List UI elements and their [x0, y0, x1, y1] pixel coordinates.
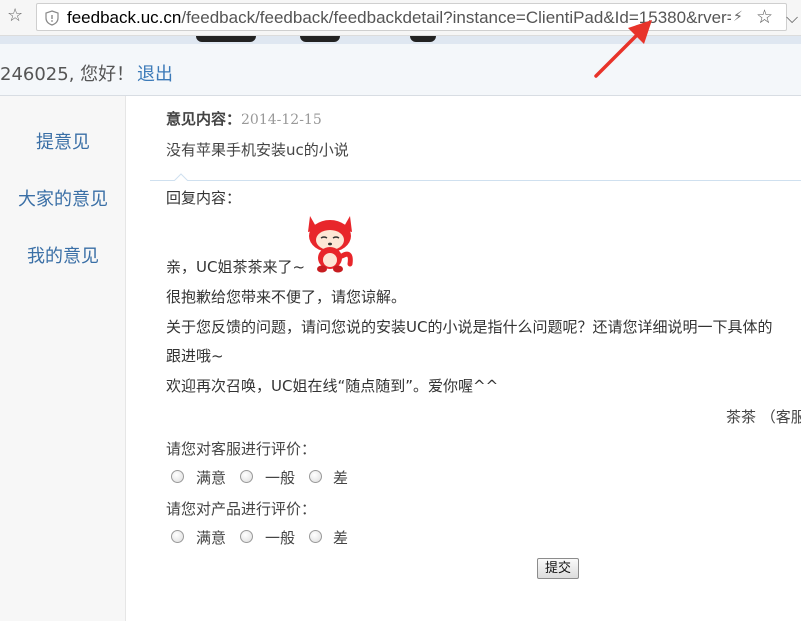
radio-label: 一般	[265, 529, 296, 547]
reply-signature: 茶茶 （客服	[726, 408, 801, 426]
bolt-icon[interactable]: ⚡	[733, 9, 743, 25]
feedback-content: 没有苹果手机安装uc的小说	[166, 141, 349, 159]
feedback-header: 意见内容：2014-12-15	[166, 108, 322, 129]
service-rating-label: 请您对客服进行评价：	[166, 440, 317, 458]
reply-line: 关于您反馈的问题，请问您说的安装UC的小说是指什么问题呢？还请您详细说明一下具体…	[166, 318, 773, 336]
user-greeting: 246025, 您好！	[0, 64, 135, 85]
annotation-arrow-icon	[594, 20, 652, 78]
radio-label: 满意	[196, 469, 227, 487]
radio-label: 差	[333, 529, 349, 547]
address-bar[interactable]: feedback.uc.cn/feedback/feedback/feedbac…	[36, 3, 798, 31]
sidebar-item-my-feedback[interactable]: 我的意见	[0, 242, 126, 268]
service-rating-average-radio[interactable]	[240, 470, 253, 483]
divider-notch	[174, 173, 188, 181]
favorite-star-icon[interactable]: ☆	[756, 6, 773, 28]
product-rating-poor-radio[interactable]	[309, 530, 322, 543]
service-rating-satisfied-radio[interactable]	[171, 470, 184, 483]
fox-mascot-image	[308, 216, 353, 273]
radio-label: 一般	[265, 469, 296, 487]
product-rating-label: 请您对产品进行评价：	[166, 500, 317, 518]
user-bar: 246025, 您好！ 退出	[0, 44, 801, 96]
url-host: feedback.uc.cn	[67, 8, 182, 27]
divider	[150, 180, 801, 181]
sidebar-item-submit-feedback[interactable]: 提意见	[0, 128, 126, 154]
bookmark-star-icon[interactable]: ☆	[7, 6, 27, 26]
chevron-down-icon[interactable]: ⌵	[786, 8, 798, 28]
top-banner	[0, 36, 801, 44]
service-rating-poor-radio[interactable]	[309, 470, 322, 483]
sidebar-item-all-feedback[interactable]: 大家的意见	[0, 185, 126, 211]
product-rating-satisfied-radio[interactable]	[171, 530, 184, 543]
browser-toolbar: ☆ feedback.uc.cn/feedback/feedback/feedb…	[0, 0, 801, 36]
sidebar: 提意见 大家的意见 我的意见	[0, 96, 126, 621]
feedback-date: 2014-12-15	[241, 112, 322, 128]
product-rating-average-radio[interactable]	[240, 530, 253, 543]
logout-link[interactable]: 退出	[137, 60, 173, 86]
reply-line: 亲，UC姐茶茶来了~	[166, 258, 306, 276]
reply-label: 回复内容：	[166, 189, 242, 207]
reply-line: 跟进哦~	[166, 347, 224, 365]
page-info-icon[interactable]	[45, 10, 59, 26]
radio-label: 差	[333, 469, 349, 487]
radio-label: 满意	[196, 529, 227, 547]
reply-line: 很抱歉给您带来不便了，请您谅解。	[166, 288, 407, 306]
feedback-title-label: 意见内容：	[166, 110, 242, 128]
feedback-detail: 意见内容：2014-12-15 没有苹果手机安装uc的小说 回复内容： 亲，UC…	[126, 96, 801, 621]
submit-button[interactable]: 提交	[537, 558, 579, 579]
reply-line: 欢迎再次召唤，UC姐在线“随点随到”。爱你喔^^	[166, 377, 499, 395]
